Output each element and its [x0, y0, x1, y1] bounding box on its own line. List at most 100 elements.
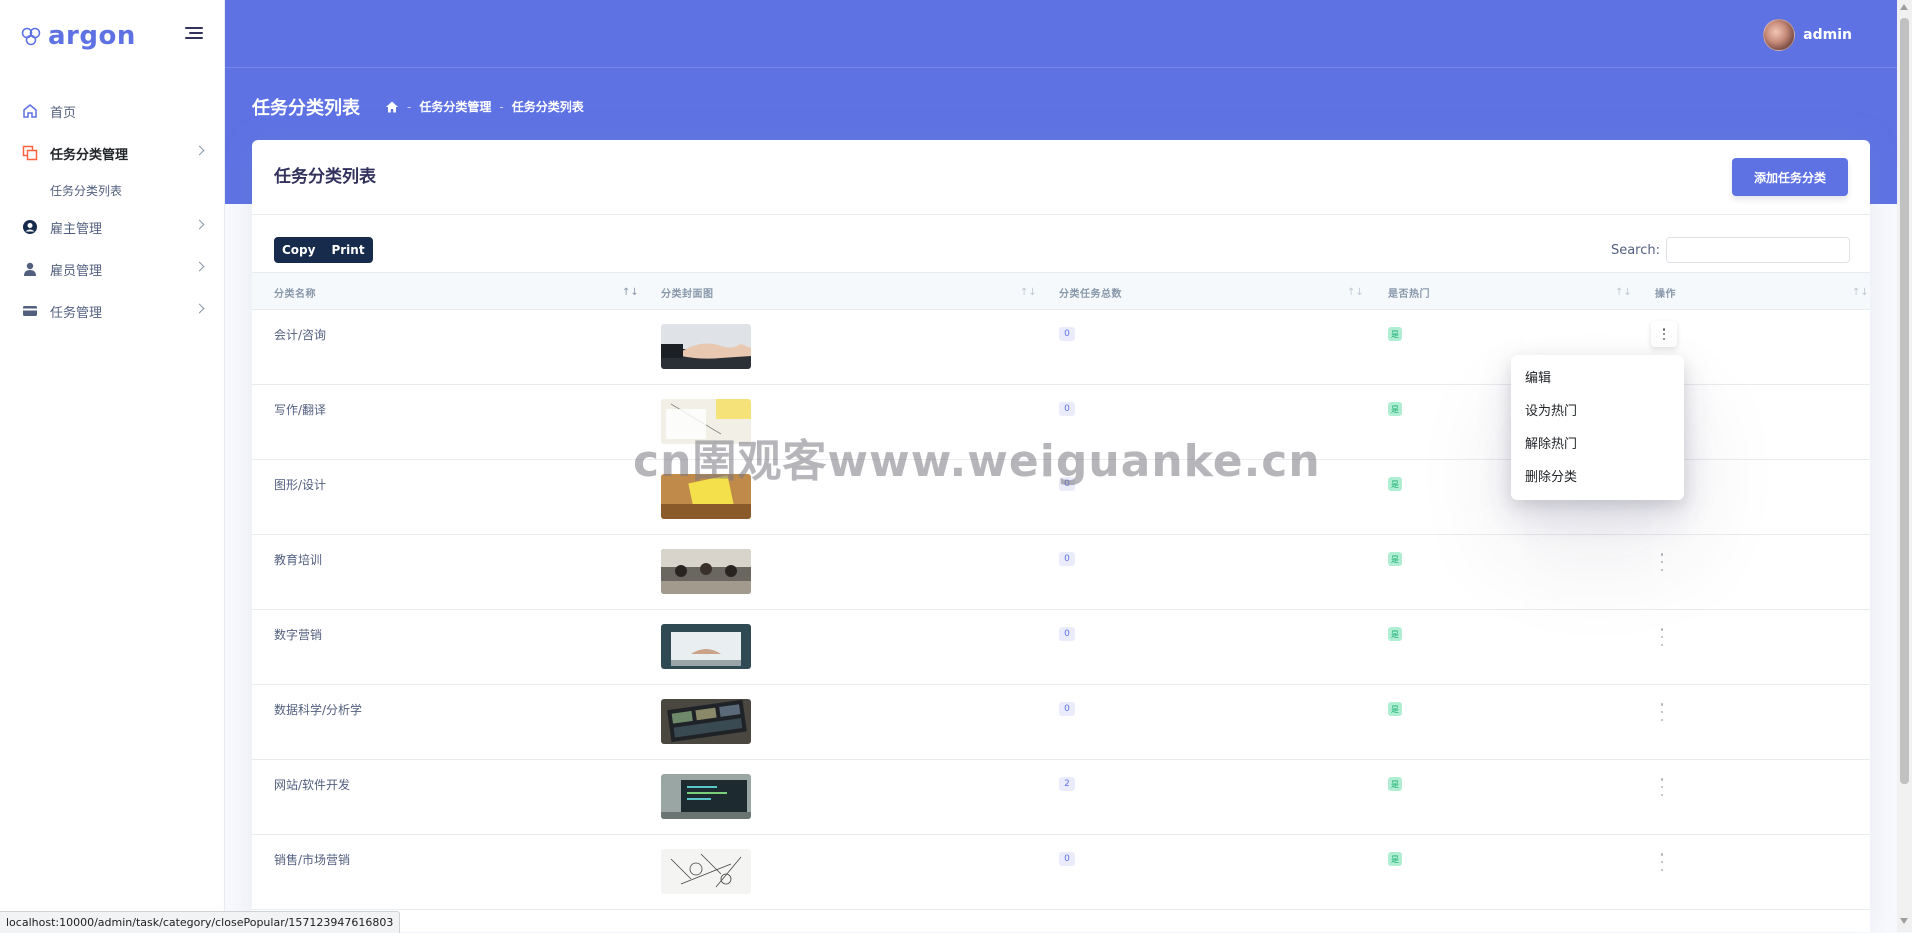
scrollbar-thumb[interactable]: [1900, 18, 1909, 784]
hot-status-badge: 是: [1388, 327, 1402, 341]
chevron-right-icon: [194, 219, 205, 230]
brand-name: argon: [48, 21, 136, 51]
category-name: 写作/翻译: [274, 403, 327, 417]
category-name: 网站/软件开发: [274, 778, 351, 792]
category-cover-image: [661, 549, 751, 594]
sidebar-item-task-management[interactable]: 任务管理: [0, 290, 225, 332]
search-label: Search:: [1610, 242, 1660, 258]
sidebar-item-home[interactable]: 首页: [0, 90, 225, 132]
column-header-name[interactable]: 分类名称: [274, 273, 316, 311]
table-header: 分类名称 ↑↓ 分类封面图 ↑↓ 分类任务总数 ↑↓ 是否热门 ↑↓ 操作 ↑↓: [252, 272, 1870, 310]
category-cover-image: [661, 699, 751, 744]
sidebar-item-label: 雇主管理: [50, 221, 103, 237]
chevron-right-icon: [194, 145, 205, 156]
add-category-button[interactable]: 添加任务分类: [1732, 158, 1848, 196]
print-button[interactable]: Print: [323, 237, 372, 263]
task-count-badge: 0: [1059, 852, 1075, 866]
credit-card-icon: [23, 306, 37, 316]
category-list-card: 任务分类列表 添加任务分类 Copy Print Search: 分类名称 ↑↓…: [252, 140, 1870, 932]
category-cover-image: [661, 624, 751, 669]
search-input[interactable]: [1666, 237, 1850, 263]
task-count-badge: 0: [1059, 477, 1075, 491]
breadcrumb-separator: -: [407, 99, 412, 114]
column-header-actions[interactable]: 操作: [1655, 273, 1676, 311]
column-header-hot[interactable]: 是否热门: [1388, 273, 1430, 311]
scroll-down-icon[interactable]: [1900, 918, 1908, 924]
sidebar-item-label: 任务管理: [50, 305, 103, 321]
row-actions-icon[interactable]: [1655, 553, 1669, 571]
category-cover-image: [661, 774, 751, 819]
user-circle-icon: [23, 220, 37, 234]
sidebar-item-label: 任务分类管理: [50, 147, 129, 163]
category-cover-image: [661, 849, 751, 894]
username: admin: [1803, 27, 1852, 43]
category-name: 图形/设计: [274, 478, 327, 492]
sidebar: argon 首页 任务分类管理 任务分类列表 雇主管理 雇员管理 任务管理: [0, 0, 225, 932]
user-icon: [24, 262, 36, 276]
category-cover-image: [661, 474, 751, 519]
card-divider: [252, 214, 1870, 215]
row-actions-icon[interactable]: [1651, 321, 1677, 347]
page-scrollbar[interactable]: [1897, 0, 1912, 932]
topbar-divider: [225, 67, 1897, 68]
hot-status-badge: 是: [1388, 552, 1402, 566]
argon-logo-icon: [21, 27, 41, 46]
category-name: 会计/咨询: [274, 328, 327, 342]
sidebar-item-label: 首页: [50, 105, 77, 121]
copy-button[interactable]: Copy: [274, 237, 323, 263]
column-header-task-count[interactable]: 分类任务总数: [1059, 273, 1122, 311]
avatar: [1763, 19, 1796, 51]
sidebar-nav: 首页 任务分类管理 任务分类列表 雇主管理 雇员管理 任务管理: [0, 90, 225, 332]
task-count-badge: 0: [1059, 552, 1075, 566]
row-actions-icon[interactable]: [1655, 778, 1669, 796]
row-actions-dropdown: 编辑 设为热门 解除热门 删除分类: [1511, 355, 1684, 500]
category-name: 数字营销: [274, 628, 323, 642]
sidebar-item-employer-management[interactable]: 雇主管理: [0, 206, 225, 248]
user-menu[interactable]: admin: [1763, 19, 1852, 51]
set-popular-menu-item[interactable]: 设为热门: [1511, 393, 1684, 426]
row-actions-icon[interactable]: [1655, 703, 1669, 721]
card-title: 任务分类列表: [274, 167, 376, 187]
unset-popular-menu-item[interactable]: 解除热门: [1511, 426, 1684, 459]
sort-icon: ↑↓: [622, 287, 639, 298]
copy-icon: [22, 145, 38, 161]
scroll-up-icon[interactable]: [1900, 4, 1908, 10]
sort-icon: ↑↓: [1347, 287, 1364, 298]
breadcrumb-item: 任务分类列表: [511, 100, 584, 114]
export-button-group: Copy Print: [274, 237, 373, 263]
table-row: 销售/市场营销 0 是: [252, 835, 1870, 910]
category-name: 销售/市场营销: [274, 853, 351, 867]
sidenav-toggle-icon[interactable]: [185, 27, 203, 41]
brand-logo[interactable]: argon: [20, 18, 136, 54]
table-row: 教育培训 0 是: [252, 535, 1870, 610]
hot-status-badge: 是: [1388, 402, 1402, 416]
table-row: 数字营销 0 是: [252, 610, 1870, 685]
sidebar-item-category-management[interactable]: 任务分类管理: [0, 132, 225, 174]
hot-status-badge: 是: [1388, 477, 1402, 491]
category-name: 教育培训: [274, 553, 323, 567]
delete-category-menu-item[interactable]: 删除分类: [1511, 459, 1684, 492]
sidebar-subitem-category-list[interactable]: 任务分类列表: [0, 174, 225, 206]
chevron-right-icon: [194, 303, 205, 314]
row-actions-icon[interactable]: [1655, 853, 1669, 871]
hot-status-badge: 是: [1388, 702, 1402, 716]
task-count-badge: 0: [1059, 702, 1075, 716]
sort-icon: ↑↓: [1615, 287, 1632, 298]
sidebar-item-employee-management[interactable]: 雇员管理: [0, 248, 225, 290]
hot-status-badge: 是: [1388, 777, 1402, 791]
table-row: 数据科学/分析学 0 是: [252, 685, 1870, 760]
table-search: Search:: [1611, 237, 1850, 263]
edit-menu-item[interactable]: 编辑: [1511, 360, 1684, 393]
task-count-badge: 0: [1059, 627, 1075, 641]
hot-status-badge: 是: [1388, 852, 1402, 866]
hot-status-badge: 是: [1388, 627, 1402, 641]
category-name: 数据科学/分析学: [274, 703, 363, 717]
breadcrumb-item[interactable]: 任务分类管理: [419, 98, 491, 115]
row-actions-icon[interactable]: [1655, 628, 1669, 646]
sort-icon: ↑↓: [1852, 287, 1869, 298]
task-count-badge: 0: [1059, 327, 1075, 341]
column-header-cover[interactable]: 分类封面图: [661, 273, 714, 311]
home-icon[interactable]: [385, 100, 399, 114]
table-row: 网站/软件开发 2 是: [252, 760, 1870, 835]
page-title: 任务分类列表: [252, 98, 360, 119]
